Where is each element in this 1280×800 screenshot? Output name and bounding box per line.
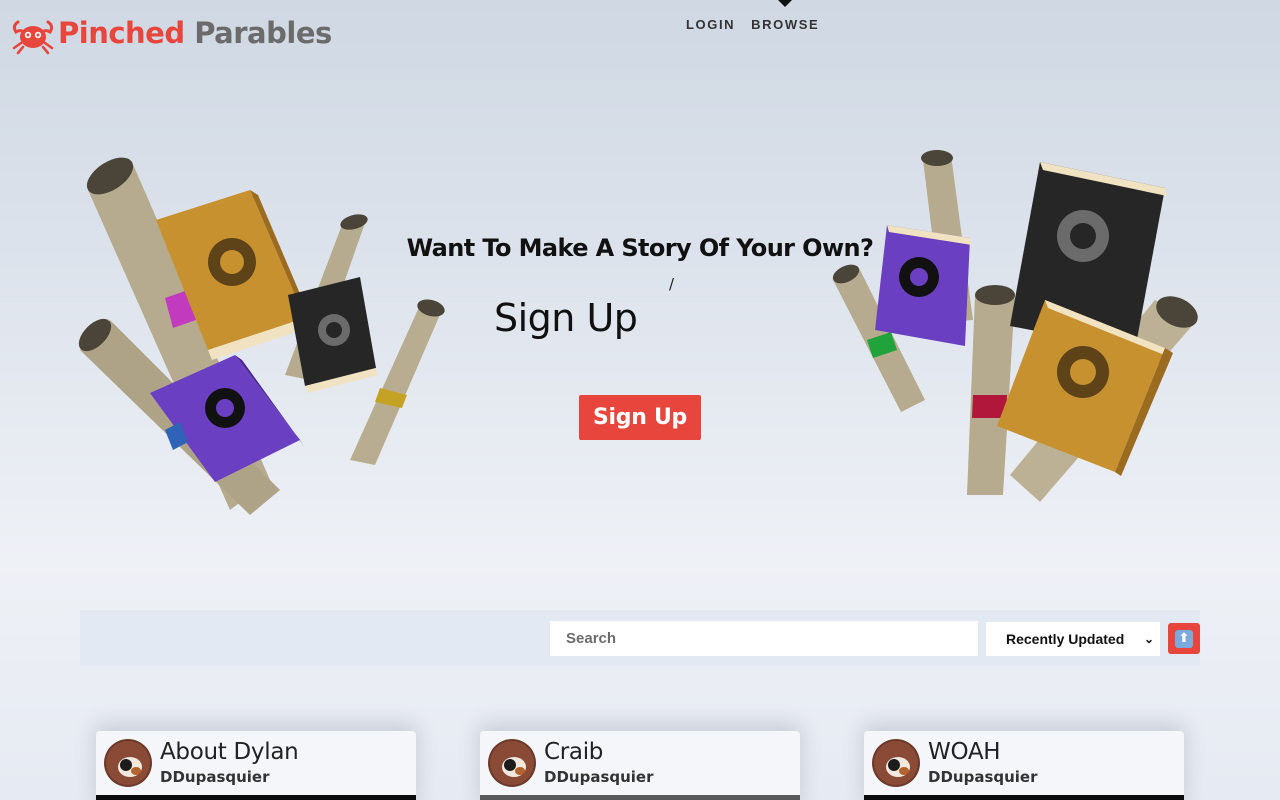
site-logo[interactable]: Pinched Parables [10,10,332,56]
crab-logo-icon [12,20,54,55]
story-title: About Dylan [160,739,299,765]
sort-selected-value: Recently Updated [1006,631,1125,647]
nav-login-link[interactable]: LOGIN [686,17,735,32]
avatar [872,739,920,787]
story-title: WOAH [928,739,1001,765]
sort-select[interactable]: Recently Updated ⌄ [986,622,1160,656]
logo-text: Pinched Parables [58,16,332,50]
left-books-scrolls-illustration [78,157,445,515]
story-cover-image [864,795,1184,800]
search-input[interactable] [550,621,978,656]
story-author: DDupasquier [544,768,654,786]
sort-order-button[interactable]: ⬆ [1168,623,1200,654]
story-title: Craib [544,739,604,765]
story-author: DDupasquier [160,768,270,786]
avatar [488,739,536,787]
typed-cursor: / [669,275,675,293]
story-cover-image [480,795,800,800]
avatar [104,739,152,787]
story-author: DDupasquier [928,768,1038,786]
logo-text-pinched: Pinched [58,16,185,50]
story-card[interactable]: WOAH DDupasquier [864,731,1184,800]
typed-headline: Sign Up [494,296,638,340]
chevron-down-icon: ⌄ [1143,632,1154,646]
nav-browse-link[interactable]: BROWSE [751,17,819,32]
story-card[interactable]: Craib DDupasquier [480,731,800,800]
main-nav: LOGIN BROWSE [686,17,819,32]
story-cover-image [96,795,416,800]
scroll-icon [967,285,1015,495]
right-books-scrolls-illustration [832,150,1198,502]
logo-text-parables: Parables [184,16,332,50]
story-card[interactable]: About Dylan DDupasquier [96,731,416,800]
hero-title: Want To Make A Story Of Your Own? [406,234,874,262]
sign-up-button[interactable]: Sign Up [579,395,701,440]
up-arrow-icon: ⬆ [1175,629,1193,648]
